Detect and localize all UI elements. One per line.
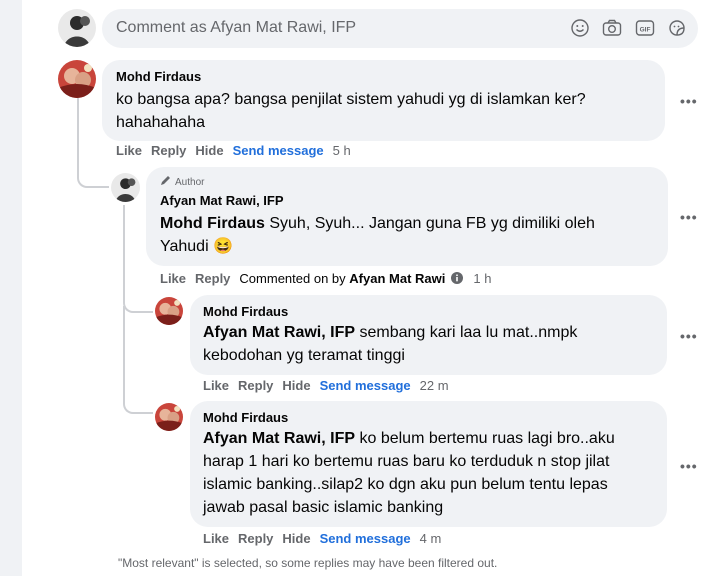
left-gutter <box>0 0 22 576</box>
reply-2-text-line-2: kebodohan yg teramat tinggi <box>203 347 405 364</box>
like-button[interactable]: Like <box>160 271 186 286</box>
mention-link[interactable]: Afyan Mat Rawi, IFP <box>203 430 355 447</box>
send-message-button[interactable]: Send message <box>320 378 411 393</box>
author-badge-label: Author <box>175 176 205 188</box>
reply-1-timestamp[interactable]: 1 h <box>473 271 491 286</box>
like-button[interactable]: Like <box>203 531 229 546</box>
reply-3-text-line-1: Afyan Mat Rawi, IFP ko belum bertemu rua… <box>203 427 658 450</box>
reply-2-bubble: Mohd Firdaus Afyan Mat Rawi, IFP sembang… <box>190 295 667 375</box>
commented-by-name[interactable]: Afyan Mat Rawi <box>349 271 445 286</box>
comment-author[interactable]: Mohd Firdaus <box>116 69 201 84</box>
thread-line-reply-2 <box>123 306 153 414</box>
emoji-icon[interactable] <box>570 18 590 38</box>
reply-3-author[interactable]: Mohd Firdaus <box>203 410 288 425</box>
comment-input-placeholder: Comment as Afyan Mat Rawi, IFP <box>116 19 357 36</box>
reply-1-author[interactable]: Afyan Mat Rawi, IFP <box>160 193 284 208</box>
comment-bubble: Mohd Firdaus ko bangsa apa? bangsa penji… <box>102 60 665 141</box>
hide-button[interactable]: Hide <box>282 378 310 393</box>
commented-by-label: Commented on by Afyan Mat Rawi <box>239 271 445 286</box>
reply-1-avatar[interactable] <box>111 173 140 202</box>
pencil-icon <box>160 175 171 189</box>
reply-3-more-button[interactable]: ••• <box>680 458 698 474</box>
comment-text-line-1: ko bangsa apa? bangsa penjilat sistem ya… <box>116 91 586 108</box>
reply-1-text-content: Syuh, Syuh... Jangan guna FB yg dimiliki… <box>269 215 595 232</box>
mention-link[interactable]: Mohd Firdaus <box>160 215 265 232</box>
mention-link[interactable]: Afyan Mat Rawi, IFP <box>203 324 355 341</box>
reply-button[interactable]: Reply <box>151 143 186 158</box>
camera-icon[interactable] <box>602 18 622 38</box>
commented-prefix: Commented on by <box>239 271 346 286</box>
like-button[interactable]: Like <box>116 143 142 158</box>
reply-3-actions: Like Reply Hide Send message 4 m <box>203 531 450 546</box>
reply-3-text: Afyan Mat Rawi, IFP ko belum bertemu rua… <box>203 427 658 519</box>
reply-3-avatar[interactable] <box>155 403 183 431</box>
reply-button[interactable]: Reply <box>238 531 273 546</box>
author-badge: Author <box>160 175 204 189</box>
hide-button[interactable]: Hide <box>195 143 223 158</box>
reply-button[interactable]: Reply <box>238 378 273 393</box>
sticker-icon[interactable] <box>667 18 687 38</box>
reply-2-author[interactable]: Mohd Firdaus <box>203 304 288 319</box>
reply-2-actions: Like Reply Hide Send message 22 m <box>203 378 458 393</box>
reply-2-avatar[interactable] <box>155 297 183 325</box>
comment-input[interactable]: Comment as Afyan Mat Rawi, IFP GIF <box>102 9 698 48</box>
reply-3-bubble: Mohd Firdaus Afyan Mat Rawi, IFP ko belu… <box>190 401 667 527</box>
reply-3-text-line-3: islamic banking..silap2 ko dgn aku pun b… <box>203 476 608 493</box>
comment-text-line-2: hahahahaha <box>116 114 205 131</box>
reply-3-text-line-2: harap 1 hari ko bertemu ruas baru ko ter… <box>203 453 610 470</box>
reply-1-text-line-1: Mohd Firdaus Syuh, Syuh... Jangan guna F… <box>160 212 660 235</box>
gif-icon[interactable]: GIF <box>635 18 655 38</box>
reply-2-timestamp[interactable]: 22 m <box>420 378 449 393</box>
reply-2-text: Afyan Mat Rawi, IFP sembang kari laa lu … <box>203 321 658 367</box>
comment-timestamp[interactable]: 5 h <box>333 143 351 158</box>
composer-avatar[interactable] <box>58 9 96 47</box>
reply-button[interactable]: Reply <box>195 271 230 286</box>
comment-more-button[interactable]: ••• <box>680 93 698 109</box>
send-message-button[interactable]: Send message <box>320 531 411 546</box>
reply-1-text: Mohd Firdaus Syuh, Syuh... Jangan guna F… <box>160 212 660 258</box>
reply-1-text-line-2: Yahudi 😆 <box>160 238 233 255</box>
hide-button[interactable]: Hide <box>282 531 310 546</box>
reply-2-text-line-1: Afyan Mat Rawi, IFP sembang kari laa lu … <box>203 321 658 344</box>
info-icon[interactable] <box>451 271 464 286</box>
svg-text:GIF: GIF <box>640 26 651 33</box>
comment-text: ko bangsa apa? bangsa penjilat sistem ya… <box>116 88 656 134</box>
filter-notice: "Most relevant" is selected, so some rep… <box>118 556 498 570</box>
reply-3-text-content: ko belum bertemu ruas lagi bro..aku <box>359 430 615 447</box>
reply-1-actions: Like Reply Commented on by Afyan Mat Rawi 1… <box>160 271 500 286</box>
reply-3-text-line-4: jawab pasal basic islamic banking <box>203 499 444 516</box>
reply-1-bubble: Author Afyan Mat Rawi, IFP Mohd Firdaus … <box>146 167 668 266</box>
like-button[interactable]: Like <box>203 378 229 393</box>
comment-actions: Like Reply Hide Send message 5 h <box>116 143 360 158</box>
comment-avatar[interactable] <box>58 60 96 98</box>
reply-2-text-content: sembang kari laa lu mat..nmpk <box>359 324 578 341</box>
send-message-button[interactable]: Send message <box>233 143 324 158</box>
reply-2-more-button[interactable]: ••• <box>680 328 698 344</box>
reply-3-timestamp[interactable]: 4 m <box>420 531 442 546</box>
reply-1-more-button[interactable]: ••• <box>680 209 698 225</box>
